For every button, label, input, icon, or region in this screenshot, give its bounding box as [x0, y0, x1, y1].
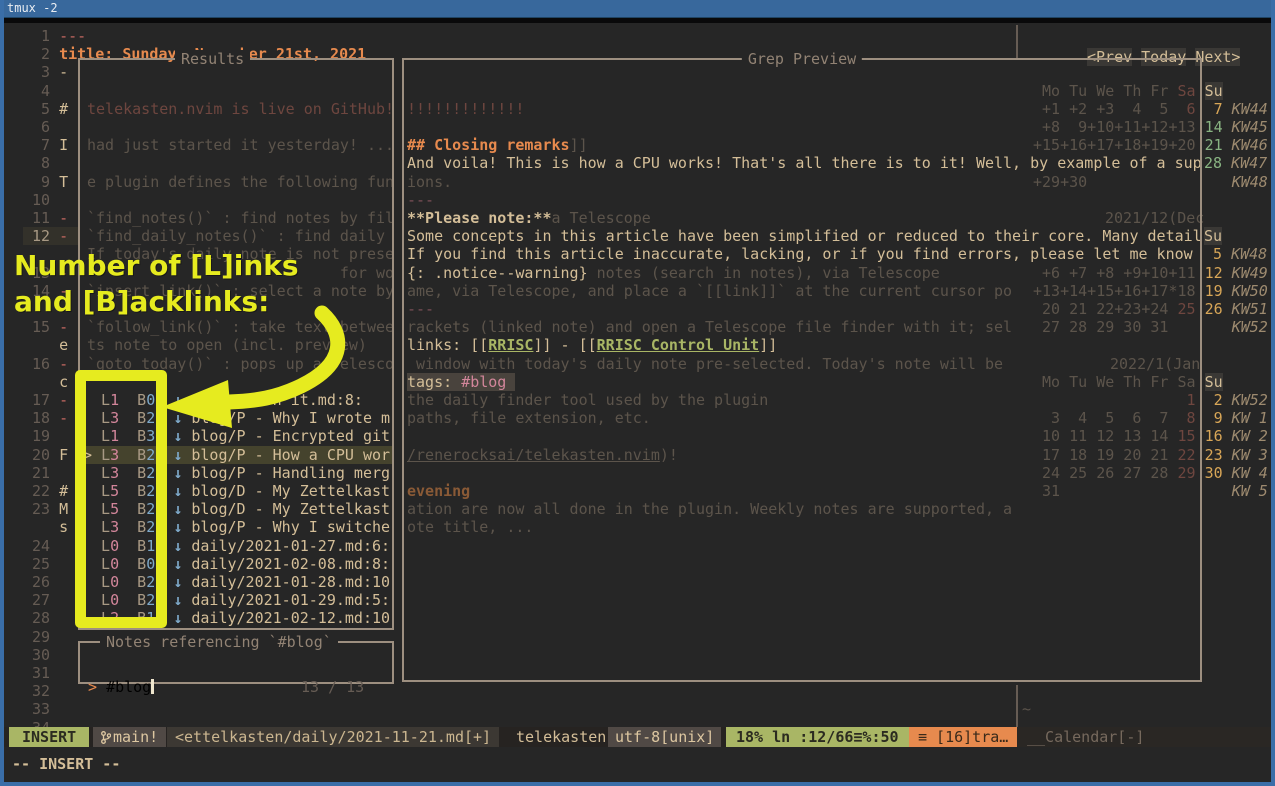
- text-cursor: [151, 679, 154, 694]
- text-row: 24: [23, 537, 50, 555]
- text-row: Su: [1204, 227, 1222, 245]
- git-branch-icon: [101, 731, 111, 744]
- text-row: 21: [23, 464, 50, 482]
- text-row: 25: [23, 555, 50, 573]
- text-row: 28: [23, 609, 50, 627]
- text-row: 23 M: [23, 500, 68, 518]
- text-row: 5 #: [23, 100, 68, 118]
- text-row: 19: [23, 427, 50, 445]
- annotation-line1: Number of [L]inks: [14, 248, 299, 284]
- result-counter: 13 / 13: [301, 678, 364, 696]
- grep-preview-title: Grep Preview: [742, 50, 862, 68]
- text-row: e: [23, 336, 68, 354]
- text-row: 6: [23, 118, 50, 136]
- text-row: 7 I: [23, 136, 68, 154]
- text-row: 22 #: [23, 482, 68, 500]
- prompt-panel-title: Notes referencing `#blog`: [100, 633, 338, 651]
- grep-preview-panel: Grep Preview: [402, 58, 1202, 682]
- mode-indicator: INSERT: [9, 727, 89, 747]
- text-row: 3 -: [23, 63, 68, 81]
- annotation-arrow-icon: [134, 295, 374, 445]
- statusline: INSERT main! <ettelkasten/daily/2021-11-…: [4, 727, 1271, 747]
- search-query: #blog: [106, 678, 151, 696]
- terminal-window: tmux -2 1 --- 2 title: Sunday, November …: [0, 0, 1275, 786]
- terminal-content: 1 --- 2 title: Sunday, November 21st, 20…: [4, 23, 1271, 782]
- prompt-caret: >: [88, 678, 97, 696]
- text-row: 28 KW47: [1204, 154, 1267, 172]
- text-row: 10: [23, 191, 50, 209]
- text-row: 30: [23, 646, 50, 664]
- buffer-indicator[interactable]: ≡ [16]tra…: [909, 727, 1017, 747]
- git-branch[interactable]: main!: [93, 727, 166, 747]
- results-panel-title: Results: [175, 50, 250, 68]
- text-row: c: [23, 373, 68, 391]
- text-row: 1 ---: [23, 27, 86, 45]
- text-row: 33: [23, 700, 50, 718]
- window-separator[interactable]: [1016, 685, 1018, 727]
- mode-message: -- INSERT --: [12, 755, 120, 773]
- text-row: 18 -: [23, 409, 68, 427]
- text-row: 29: [23, 628, 50, 646]
- text-row: 15 -: [23, 318, 68, 336]
- text-row: 4: [23, 82, 50, 100]
- text-row: 17 -: [23, 391, 68, 409]
- filename[interactable]: <ettelkasten/daily/2021-11-21.md[+]: [167, 727, 499, 747]
- position-indicator: 18% ln :12/66≡%:50: [726, 727, 909, 747]
- text-row: 27: [23, 591, 50, 609]
- window-title: tmux -2: [7, 1, 58, 15]
- plugin-name: telekasten: [516, 727, 606, 747]
- text-row: 12 -: [23, 227, 79, 245]
- git-branch-label: main!: [113, 728, 158, 746]
- text-row: 32: [23, 682, 50, 700]
- calendar-statusline: __Calendar[-]: [1017, 727, 1275, 747]
- text-row: 5 KW48: [1204, 245, 1267, 263]
- calendar-next-button[interactable]: Next>: [1195, 48, 1240, 66]
- text-row: 31: [23, 664, 50, 682]
- window-separator[interactable]: [1016, 25, 1018, 58]
- encoding-indicator: utf-8[unix]: [608, 727, 721, 747]
- text-row: s: [23, 518, 68, 536]
- text-row: 26: [23, 573, 50, 591]
- text-row: 20 F: [23, 446, 68, 464]
- text-row: 9 T: [23, 173, 68, 191]
- text-row: 11 -: [23, 209, 68, 227]
- text-row: ~: [1022, 700, 1031, 718]
- text-row: 8: [23, 154, 50, 172]
- text-row: 16 -: [23, 355, 68, 373]
- window-titlebar[interactable]: tmux -2: [0, 0, 1275, 18]
- search-input[interactable]: > #blog: [88, 678, 154, 696]
